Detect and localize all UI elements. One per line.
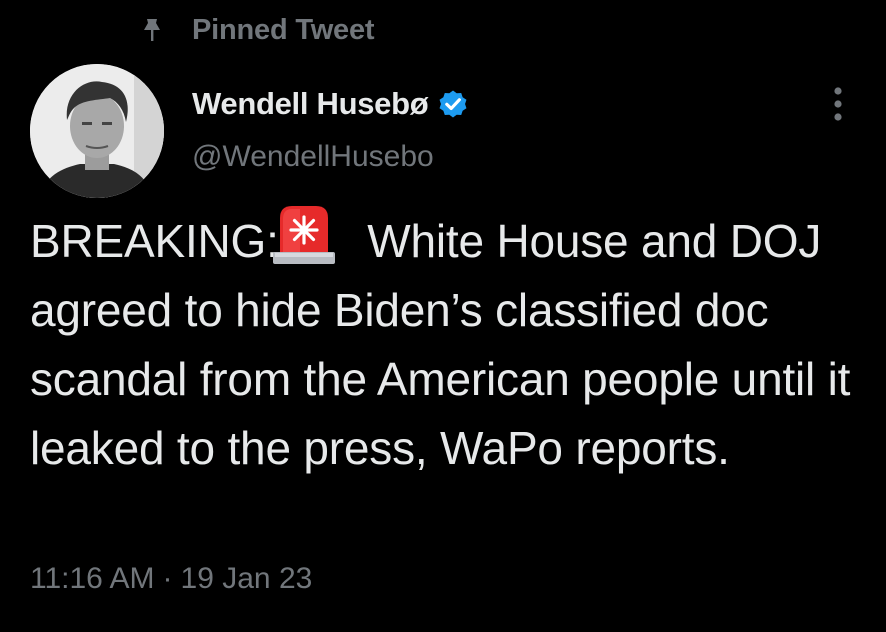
tweet-timestamp[interactable]: 11:16 AM · 19 Jan 23 xyxy=(30,562,312,596)
tweet-date: 19 Jan 23 xyxy=(180,562,313,595)
tweet-text: BREAKING: White House and DOJ agreed to … xyxy=(30,204,870,483)
author-display-name[interactable]: Wendell Husebø xyxy=(192,86,429,122)
police-siren-icon xyxy=(272,204,335,264)
tweet-time: 11:16 AM xyxy=(30,562,155,595)
pin-icon xyxy=(138,16,166,44)
tweet-text-breaking: BREAKING: xyxy=(30,215,279,267)
author-name-row: Wendell Husebø xyxy=(192,82,470,126)
more-options-icon[interactable] xyxy=(818,84,858,124)
timestamp-separator: · xyxy=(162,562,173,595)
pinned-label: Pinned Tweet xyxy=(192,13,375,46)
verified-badge-icon xyxy=(436,87,470,121)
author-handle[interactable]: @WendellHusebo xyxy=(192,140,434,174)
pinned-indicator: Pinned Tweet xyxy=(138,10,375,50)
avatar[interactable] xyxy=(30,64,164,198)
